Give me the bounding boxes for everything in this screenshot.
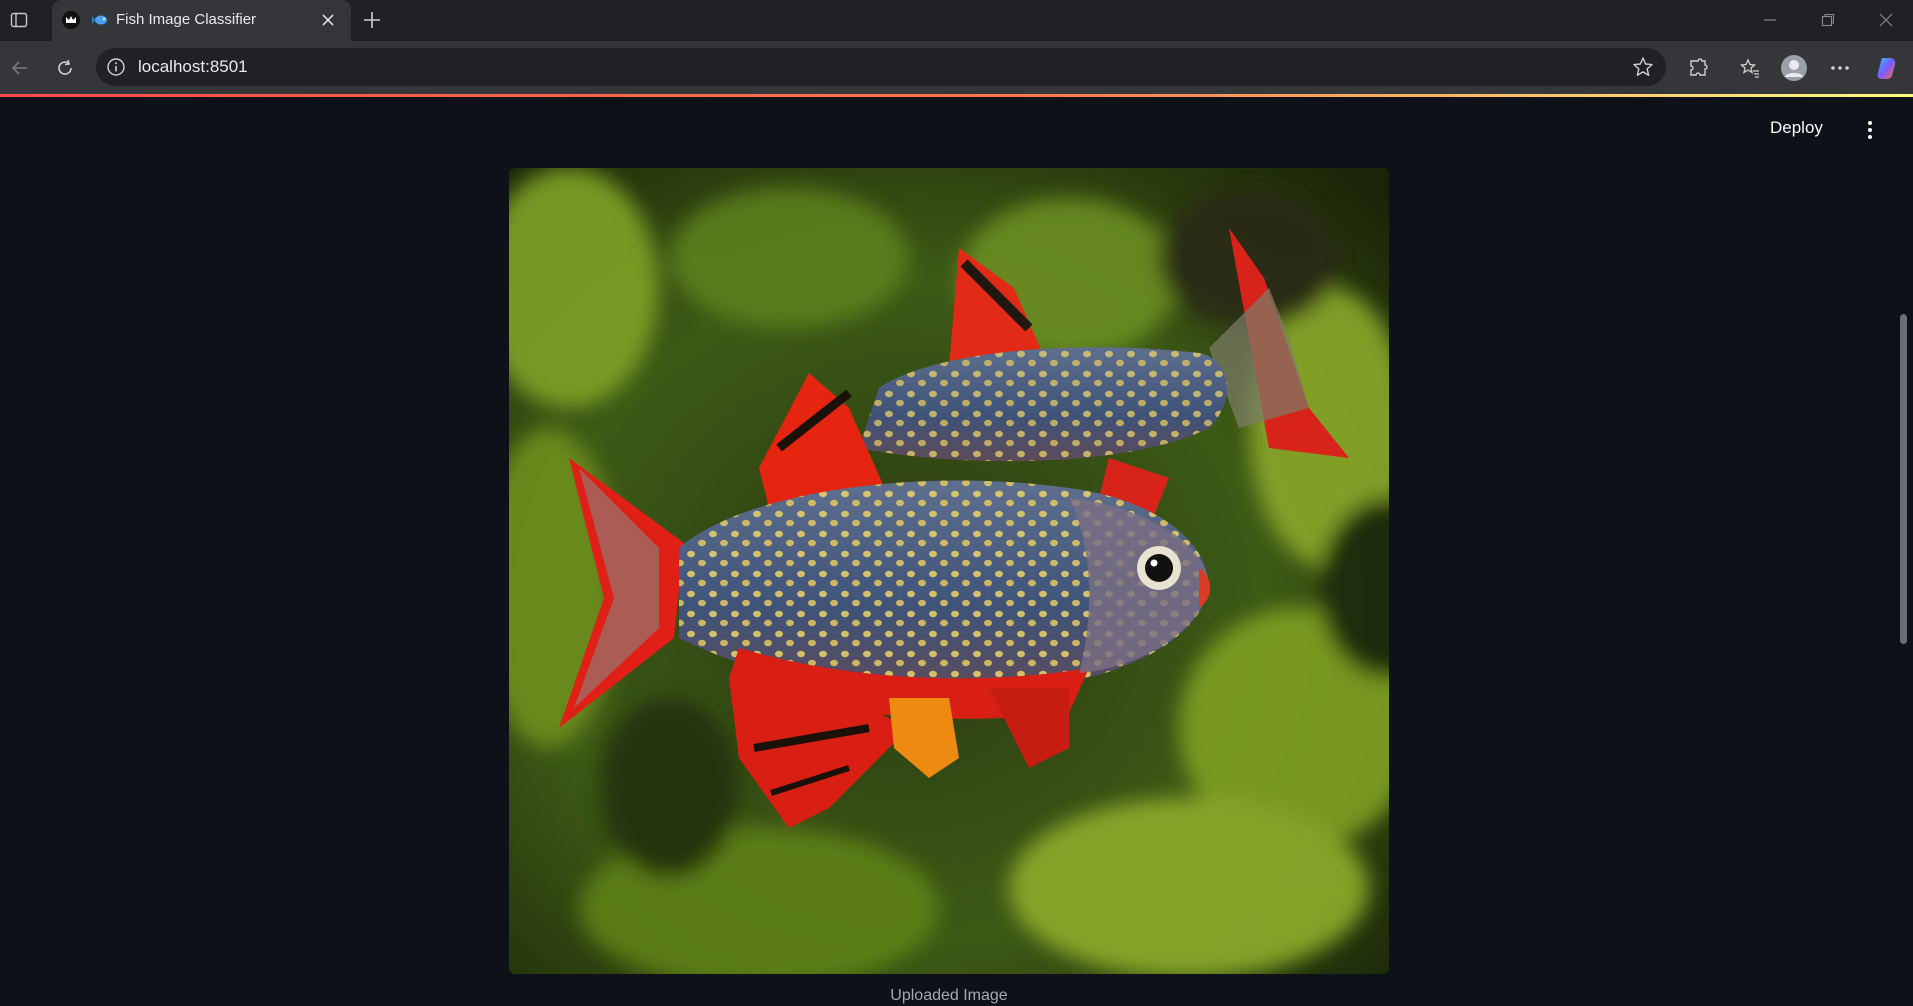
fish-app-icon [92, 12, 110, 33]
page-scrollbar[interactable] [1900, 314, 1907, 644]
more-horizontal-icon[interactable] [1826, 54, 1854, 82]
star-icon[interactable] [1632, 56, 1654, 83]
refresh-icon[interactable] [51, 54, 79, 82]
image-caption: Uploaded Image [890, 987, 1008, 1004]
copilot-icon[interactable] [1873, 54, 1901, 82]
url-text[interactable]: localhost:8501 [138, 57, 248, 77]
sidebar-toggle-icon[interactable] [6, 7, 32, 33]
plus-icon[interactable] [360, 8, 384, 32]
favorites-icon[interactable] [1736, 54, 1764, 82]
close-window-icon[interactable] [1872, 8, 1900, 32]
tab-title: Fish Image Classifier [116, 11, 257, 28]
profile-icon[interactable] [1780, 54, 1808, 82]
restore-icon[interactable] [1814, 8, 1842, 32]
address-bar[interactable]: localhost:8501 [96, 48, 1666, 86]
browser-tab-bar: Fish Image Classifier [0, 0, 1913, 41]
uploaded-fish-image [509, 168, 1389, 974]
deploy-button[interactable]: Deploy [1770, 118, 1823, 138]
info-icon[interactable] [106, 57, 126, 82]
kebab-menu-icon[interactable] [1860, 116, 1880, 144]
minimize-icon[interactable] [1756, 8, 1784, 32]
close-icon[interactable] [318, 10, 338, 30]
browser-tab-active[interactable]: Fish Image Classifier [52, 0, 351, 41]
browser-toolbar: localhost:8501 [0, 41, 1913, 94]
streamlit-crown-icon [62, 11, 80, 29]
streamlit-header-decoration [0, 94, 1913, 97]
extensions-icon[interactable] [1684, 54, 1712, 82]
back-arrow-icon[interactable] [6, 54, 34, 82]
